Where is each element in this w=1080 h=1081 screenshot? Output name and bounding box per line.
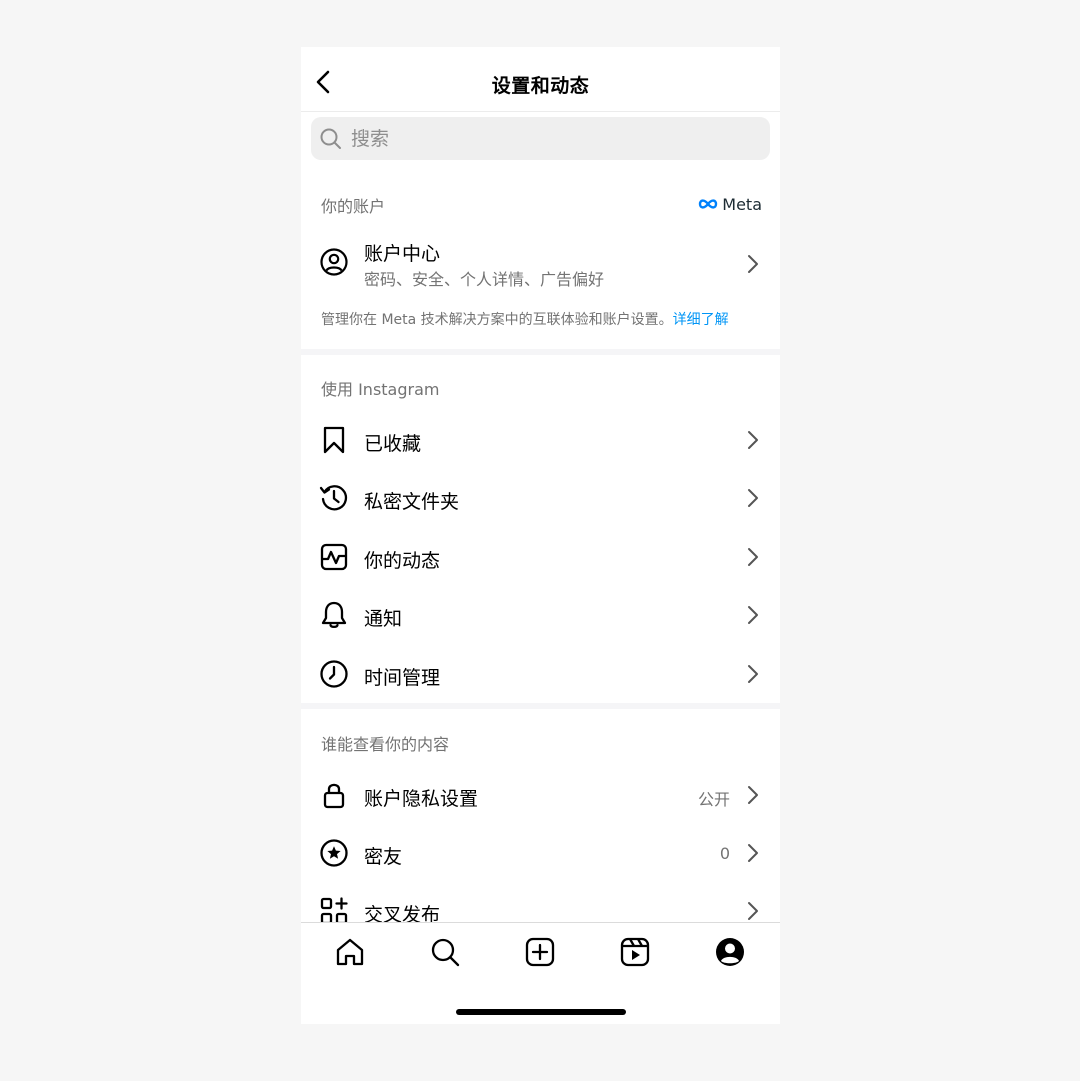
your-activity-item[interactable]: 你的动态: [301, 529, 780, 585]
account-privacy-value: 公开: [697, 790, 730, 809]
settings-screen: 设置和动态 你的账户 Meta 账户中心 密码、安全、个人详情、广告偏好 管理你…: [301, 47, 780, 1024]
account-privacy-item[interactable]: 账户隐私设置 公开: [301, 767, 780, 823]
bell-icon: [321, 601, 347, 629]
tab-search[interactable]: [429, 936, 461, 968]
home-icon: [336, 938, 364, 966]
close-friends-item[interactable]: 密友 0: [301, 825, 780, 881]
section-label-visibility: 谁能查看你的内容: [321, 735, 450, 754]
profile-icon: [716, 938, 744, 966]
time-management-item[interactable]: 时间管理: [301, 646, 780, 702]
star-circle-icon: [320, 839, 348, 867]
notifications-label: 通知: [364, 608, 403, 630]
search-icon: [320, 128, 341, 149]
archive-icon: [319, 485, 348, 511]
search-bar[interactable]: [311, 117, 770, 160]
time-management-label: 时间管理: [364, 667, 441, 689]
chevron-right-icon: [748, 255, 758, 273]
account-privacy-label: 账户隐私设置: [364, 788, 479, 810]
chevron-right-icon: [748, 606, 758, 624]
meta-logo: Meta: [697, 194, 762, 214]
notifications-item[interactable]: 通知: [301, 587, 780, 643]
lock-icon: [323, 783, 345, 809]
tab-home[interactable]: [334, 936, 366, 968]
close-friends-label: 密友: [364, 846, 403, 868]
close-friends-count: 0: [719, 844, 730, 863]
account-center-title: 账户中心: [364, 243, 441, 265]
learn-more-link[interactable]: 详细了解: [673, 312, 729, 328]
your-activity-label: 你的动态: [364, 550, 441, 572]
create-icon: [525, 937, 555, 967]
saved-item[interactable]: 已收藏: [301, 412, 780, 468]
account-note-text: 管理你在 Meta 技术解决方案中的互联体验和账户设置。: [321, 312, 673, 328]
bottom-tab-bar: [301, 922, 780, 1024]
archive-item[interactable]: 私密文件夹: [301, 470, 780, 526]
saved-label: 已收藏: [364, 433, 422, 455]
account-center-item[interactable]: 账户中心 密码、安全、个人详情、广告偏好: [301, 229, 780, 299]
account-note: 管理你在 Meta 技术解决方案中的互联体验和账户设置。详细了解: [321, 310, 761, 330]
chevron-right-icon: [748, 548, 758, 566]
chevron-right-icon: [748, 844, 758, 862]
section-label-account: 你的账户: [321, 197, 386, 216]
chevron-right-icon: [748, 902, 758, 920]
page-title: 设置和动态: [491, 75, 590, 97]
home-indicator: [456, 1009, 626, 1015]
chevron-right-icon: [748, 431, 758, 449]
reels-icon: [620, 937, 650, 967]
chevron-right-icon: [748, 786, 758, 804]
section-divider: [301, 349, 780, 355]
user-circle-icon: [320, 248, 348, 276]
meta-logo-text: Meta: [722, 194, 762, 214]
activity-icon: [320, 543, 348, 571]
tab-profile[interactable]: [714, 936, 746, 968]
account-center-subtitle: 密码、安全、个人详情、广告偏好: [364, 270, 605, 289]
section-divider: [301, 703, 780, 709]
clock-icon: [320, 660, 348, 688]
search-input[interactable]: [349, 123, 753, 155]
tab-reels[interactable]: [619, 936, 651, 968]
archive-label: 私密文件夹: [364, 491, 460, 513]
tab-create[interactable]: [524, 936, 556, 968]
header: 设置和动态: [301, 47, 780, 112]
bookmark-icon: [323, 426, 345, 454]
meta-infinity-icon: [699, 199, 718, 209]
chevron-right-icon: [748, 489, 758, 507]
section-label-instagram: 使用 Instagram: [321, 380, 440, 399]
search-icon: [431, 938, 460, 967]
chevron-right-icon: [748, 665, 758, 683]
